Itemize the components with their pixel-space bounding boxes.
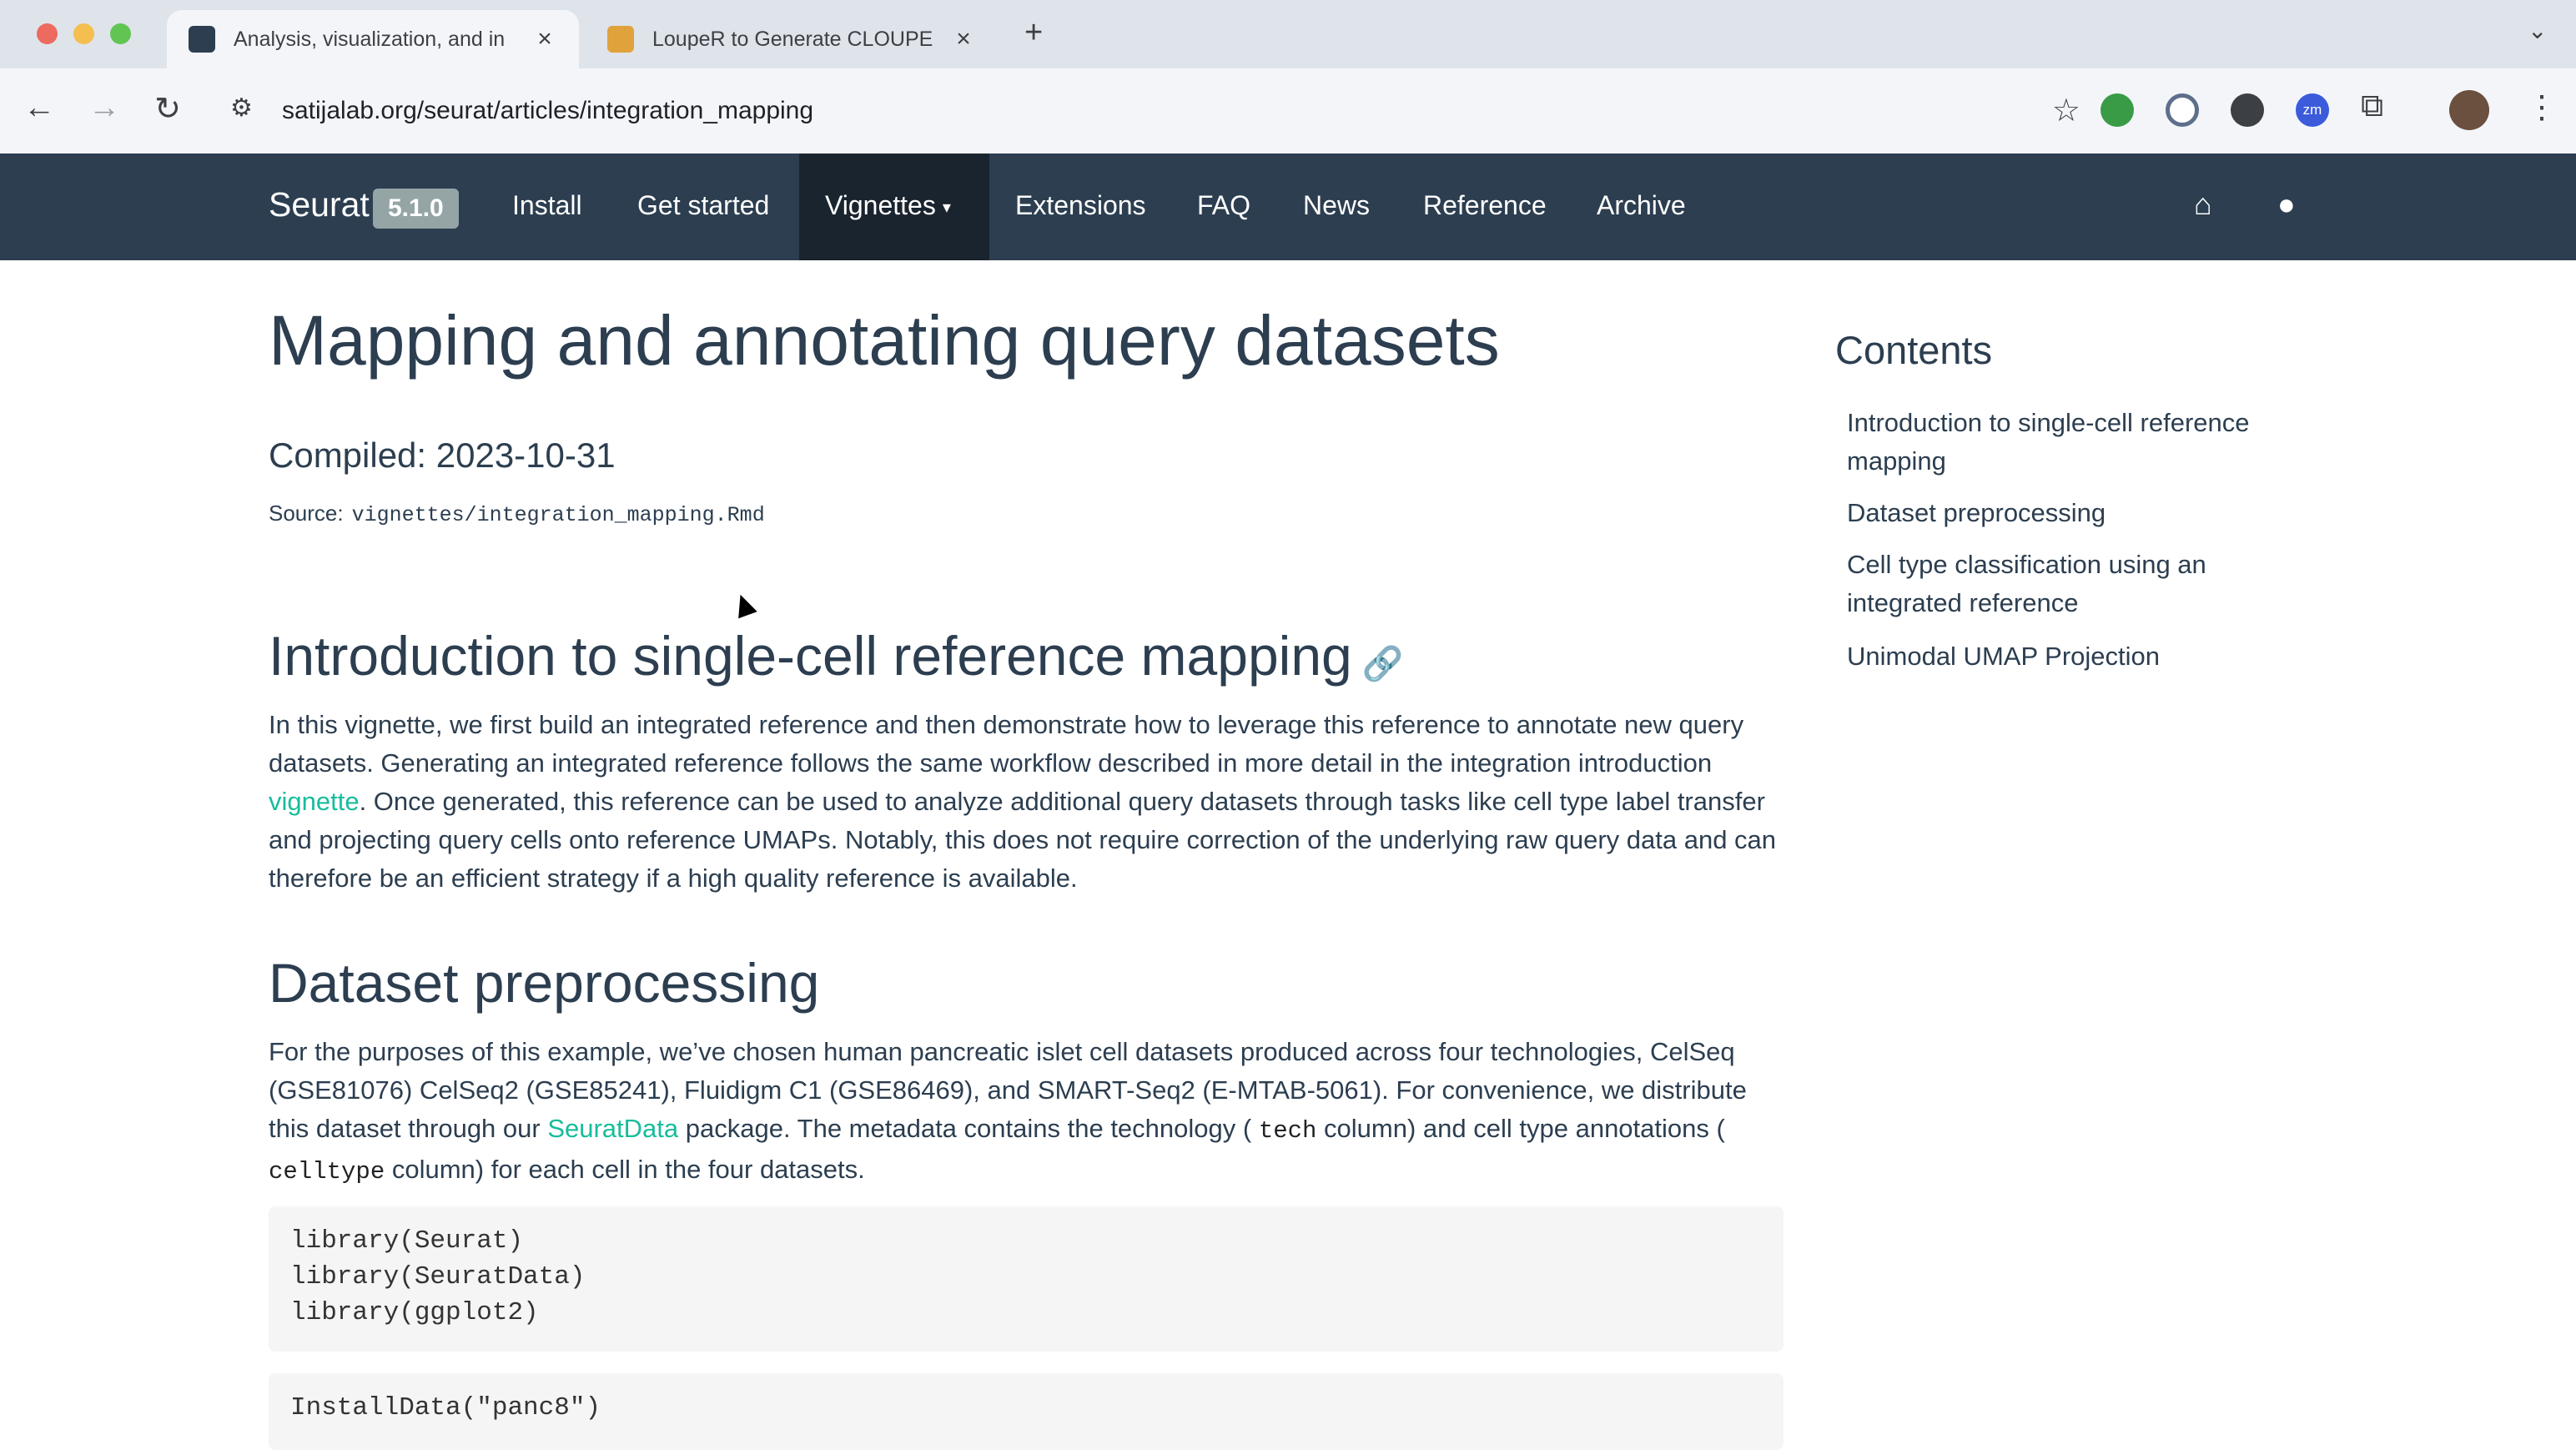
new-tab-icon[interactable]: +	[1024, 15, 1043, 51]
preprocessing-paragraph: For the purposes of this example, we’ve …	[269, 1033, 1787, 1191]
section-heading-text: Introduction to single-cell reference ma…	[269, 625, 1352, 687]
tab-title: LoupeR to Generate CLOUPE	[652, 27, 933, 51]
site-brand[interactable]: Seurat	[269, 185, 370, 224]
nav-news[interactable]: News	[1303, 190, 1370, 221]
mouse-cursor-icon	[731, 591, 757, 619]
page-title: Mapping and annotating query datasets	[269, 301, 1500, 380]
vignette-link[interactable]: vignette	[269, 787, 360, 816]
toc-item-umap-projection[interactable]: Unimodal UMAP Projection	[1847, 637, 2314, 676]
source-file-link[interactable]: vignettes/integration_mapping.Rmd	[352, 503, 765, 527]
bookmark-star-icon[interactable]: ☆	[2052, 92, 2080, 129]
preprocessing-text-3: column) and cell type annotations (	[1316, 1114, 1725, 1143]
compiled-date: Compiled: 2023-10-31	[269, 436, 616, 475]
seuratdata-link[interactable]: SeuratData	[547, 1114, 678, 1143]
toc-item-introduction[interactable]: Introduction to single-cell reference ma…	[1847, 404, 2314, 481]
caret-down-icon: ▾	[942, 199, 951, 218]
section-heading-dataset-preprocessing: Dataset preprocessing	[269, 952, 820, 1014]
intro-text-2: . Once generated, this reference can be …	[269, 787, 1777, 893]
window-close-button[interactable]	[37, 23, 58, 44]
tab-title: Analysis, visualization, and in	[234, 27, 506, 51]
code-line: InstallData("panc8")	[290, 1393, 601, 1422]
anchor-link-icon[interactable]: 🔗	[1362, 646, 1404, 682]
code-block-libraries[interactable]: library(Seurat) library(SeuratData) libr…	[269, 1206, 1784, 1352]
inline-code-celltype: celltype	[269, 1158, 385, 1186]
nav-vignettes-label: Vignettes	[825, 190, 936, 220]
zoom-extension-icon[interactable]: zm	[2296, 93, 2329, 127]
source-label: Source:	[269, 501, 344, 526]
nav-extensions[interactable]: Extensions	[1015, 190, 1146, 221]
tab-close-icon[interactable]: ×	[531, 25, 559, 53]
forward-arrow-icon[interactable]: →	[83, 90, 125, 126]
back-arrow-icon[interactable]: ←	[18, 90, 60, 126]
tab-search-chevron-icon[interactable]: ⌄	[2528, 17, 2547, 44]
browser-tab-strip: Analysis, visualization, and in × LoupeR…	[0, 0, 2576, 68]
browser-tab-active[interactable]: Analysis, visualization, and in ×	[167, 10, 579, 68]
intro-text-1: In this vignette, we first build an inte…	[269, 710, 1744, 778]
home-icon[interactable]: ⌂	[2194, 187, 2212, 222]
code-line: library(SeuratData)	[290, 1262, 586, 1291]
site-settings-icon[interactable]: ⚙	[230, 93, 253, 123]
louper-favicon-icon	[607, 26, 634, 53]
nav-install[interactable]: Install	[512, 190, 582, 221]
nav-faq[interactable]: FAQ	[1197, 190, 1250, 221]
extension-icon[interactable]	[2231, 93, 2264, 127]
inline-code-tech: tech	[1258, 1117, 1317, 1145]
code-block-installdata[interactable]: InstallData("panc8")	[269, 1373, 1784, 1450]
seurat-favicon-icon	[189, 26, 215, 53]
browser-toolbar: ← → ↻ ⚙ satijalab.org/seurat/articles/in…	[0, 68, 2576, 154]
toc-item-dataset-preprocessing[interactable]: Dataset preprocessing	[1847, 494, 2314, 532]
tab-close-icon[interactable]: ×	[949, 25, 978, 53]
toc-item-cell-type-classification[interactable]: Cell type classification using an integr…	[1847, 546, 2314, 622]
nav-archive[interactable]: Archive	[1597, 190, 1686, 221]
reload-icon[interactable]: ↻	[147, 90, 189, 128]
profile-avatar[interactable]	[2449, 90, 2489, 130]
version-badge: 5.1.0	[373, 189, 459, 229]
preprocessing-text-4: column) for each cell in the four datase…	[385, 1155, 865, 1184]
extension-icon[interactable]	[2101, 93, 2134, 127]
github-icon[interactable]: ●	[2277, 187, 2296, 222]
toc-title: Contents	[1835, 328, 1993, 372]
code-line: library(Seurat)	[290, 1226, 524, 1256]
nav-vignettes[interactable]: Vignettes ▾	[825, 190, 951, 221]
url-text[interactable]: satijalab.org/seurat/articles/integratio…	[282, 97, 813, 125]
window-maximize-button[interactable]	[110, 23, 131, 44]
extension-icon[interactable]	[2166, 93, 2199, 127]
window-minimize-button[interactable]	[73, 23, 94, 44]
preprocessing-text-2: package. The metadata contains the techn…	[678, 1114, 1259, 1143]
nav-get-started[interactable]: Get started	[637, 190, 769, 221]
source-line: Source: vignettes/integration_mapping.Rmd	[269, 501, 765, 527]
site-navbar: Seurat 5.1.0 Install Get started Vignett…	[0, 154, 2576, 260]
extensions-puzzle-icon[interactable]: ⧉	[2361, 88, 2394, 123]
browser-tab[interactable]: LoupeR to Generate CLOUPE ×	[586, 10, 998, 68]
nav-reference[interactable]: Reference	[1423, 190, 1547, 221]
code-line: library(ggplot2)	[290, 1298, 539, 1327]
browser-menu-icon[interactable]: ⋮	[2526, 88, 2558, 126]
address-bar[interactable]: ⚙ satijalab.org/seurat/articles/integrat…	[222, 82, 2082, 140]
section-heading-introduction: Introduction to single-cell reference ma…	[269, 624, 1404, 687]
intro-paragraph: In this vignette, we first build an inte…	[269, 706, 1787, 898]
